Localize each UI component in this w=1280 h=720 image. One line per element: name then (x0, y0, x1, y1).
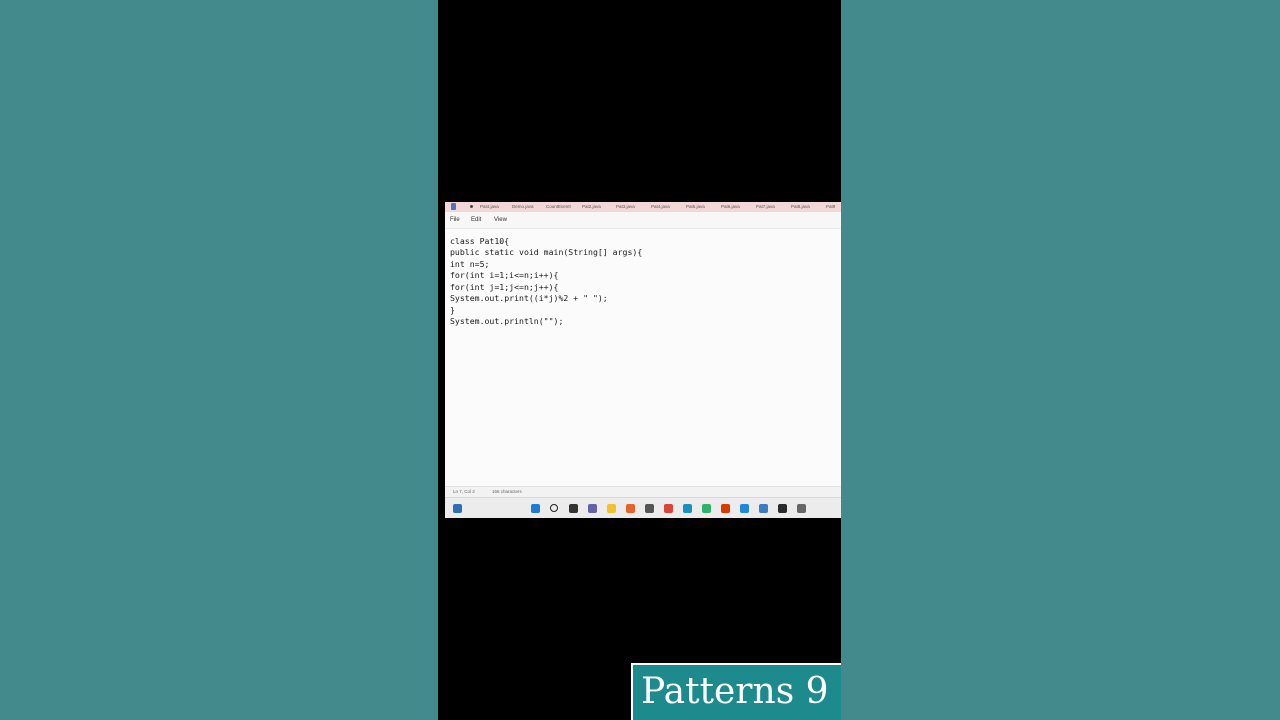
code-line: for(int j=1;j<=n;j++){ (450, 282, 559, 292)
tab-7[interactable]: Pat6.java (721, 203, 740, 211)
tab-8[interactable]: Pat7.java (756, 203, 775, 211)
edge-icon[interactable] (683, 504, 692, 513)
vscode-icon[interactable] (740, 504, 749, 513)
tab-5[interactable]: Pat4.java (651, 203, 670, 211)
background-left (0, 0, 438, 720)
menu-file[interactable]: File (450, 216, 460, 224)
code-line: for(int i=1;i<=n;i++){ (450, 270, 559, 280)
tab-4[interactable]: Pat3.java (616, 203, 635, 211)
taskbar (445, 497, 841, 518)
notepad-app-icon (451, 203, 456, 210)
active-tab-dot (470, 205, 473, 208)
tab-6[interactable]: Pat5.java (686, 203, 705, 211)
chrome-icon[interactable] (664, 504, 673, 513)
code-line: System.out.print((i*j)%2 + " "); (450, 293, 608, 303)
caption-box: Patterns 9 (631, 663, 841, 720)
file-explorer-icon[interactable] (607, 504, 616, 513)
character-count: 166 characters (492, 489, 522, 494)
search-icon[interactable] (550, 504, 558, 512)
notepad-window: Pat4.java Demo.java CountEven0 Pat2.java… (445, 202, 841, 518)
editor-tab-bar: Pat4.java Demo.java CountEven0 Pat2.java… (445, 202, 841, 212)
menu-edit[interactable]: Edit (471, 216, 481, 224)
tab-0[interactable]: Pat4.java (480, 203, 499, 211)
notepad-icon[interactable] (759, 504, 768, 513)
code-line: class Pat10{ (450, 236, 510, 246)
code-editor[interactable]: class Pat10{ public static void main(Str… (445, 229, 841, 486)
code-line: System.out.println(""); (450, 316, 564, 326)
terminal-icon[interactable] (778, 504, 787, 513)
background-right (841, 0, 1280, 720)
edge-dev-icon[interactable] (702, 504, 711, 513)
caption-text: Patterns 9 (641, 671, 829, 712)
code-line: int n=5; (450, 259, 490, 269)
menu-view[interactable]: View (494, 216, 507, 224)
task-view-icon[interactable] (569, 504, 578, 513)
code-line: public static void main(String[] args){ (450, 247, 643, 257)
office-icon[interactable] (721, 504, 730, 513)
firefox-icon[interactable] (626, 504, 635, 513)
code-line: } (450, 305, 455, 315)
tab-10[interactable]: Pat9 (826, 203, 835, 211)
start-icon[interactable] (531, 504, 540, 513)
tab-1[interactable]: Demo.java (512, 203, 534, 211)
tab-3[interactable]: Pat2.java (582, 203, 601, 211)
widgets-icon[interactable] (453, 504, 462, 513)
tab-2[interactable]: CountEven0 (546, 203, 571, 211)
tab-9[interactable]: Pat8.java (791, 203, 810, 211)
cursor-position: Ln 7, Col 2 (453, 489, 475, 494)
git-icon[interactable] (797, 504, 806, 513)
menu-bar: File Edit View (445, 212, 841, 229)
status-bar: Ln 7, Col 2 166 characters (445, 486, 841, 497)
camera-icon[interactable] (645, 504, 654, 513)
teams-icon[interactable] (588, 504, 597, 513)
